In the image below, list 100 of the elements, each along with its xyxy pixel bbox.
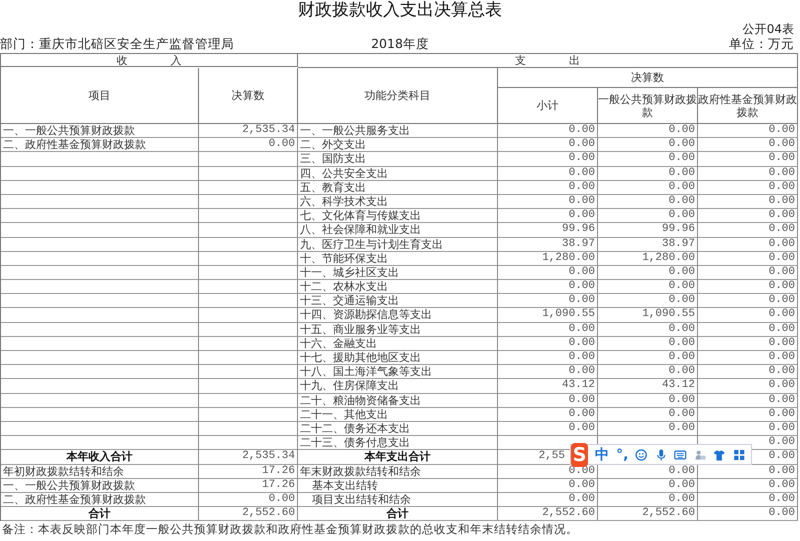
table-cell: 0.00: [598, 408, 698, 422]
table-cell: 0.00: [598, 294, 698, 308]
total-label: 本年支出合计: [298, 450, 498, 464]
table-cell: 0.00: [498, 124, 598, 138]
table-cell: 0.00: [698, 422, 798, 436]
table-cell: 1,280.00: [498, 252, 598, 266]
table-cell: 2,552.60: [498, 507, 598, 522]
table-cell: 0.00: [498, 351, 598, 366]
table-cell: 0.00: [698, 351, 798, 366]
table-cell: 二十、粮油物资储备支出: [298, 394, 498, 408]
table-cell: 一、一般公共预算财政拨款: [1, 478, 199, 493]
table-cell: 0.00: [598, 138, 698, 152]
table-cell: 99.96: [598, 223, 698, 238]
column-header: 功能分类科目: [298, 68, 498, 124]
table-cell: 0.00: [498, 478, 598, 493]
table-cell: 项目支出结转和结余: [298, 492, 498, 508]
table-cell: 三、国防支出: [298, 152, 498, 167]
table-cell: 38.97: [598, 238, 698, 252]
table-cell: 十八、国土海洋气象等支出: [298, 365, 498, 380]
table-cell: 0.00: [598, 336, 698, 351]
table-cell: 0.00: [498, 266, 598, 280]
total-label: 合计: [298, 507, 498, 522]
table-cell: 0.00: [498, 408, 598, 422]
table-cell: 0.00: [598, 209, 698, 224]
table-cell: 0.00: [498, 492, 598, 508]
input-mode-toggle[interactable]: 中: [595, 446, 610, 462]
table-cell: 六、科学技术支出: [298, 194, 498, 210]
table-cell: 0.00: [498, 166, 598, 181]
table-cell: 0.00: [598, 394, 698, 408]
table-cell: 0.00: [698, 223, 798, 238]
table-cell: 十二、农林水支出: [298, 280, 498, 294]
table-cell: 0.00: [498, 322, 598, 337]
table-cell: 0.00: [498, 180, 598, 195]
microphone-icon[interactable]: [654, 446, 668, 462]
table-cell: 0.00: [598, 322, 698, 337]
ime-logo[interactable]: S: [571, 443, 588, 467]
table-cell: 一、一般公共服务支出: [298, 124, 498, 138]
table-cell: 二十一、其他支出: [298, 408, 498, 422]
table-cell: 0.00: [598, 166, 698, 181]
table-cell: 0.00: [598, 478, 698, 493]
unit-label: 单位：万元: [728, 36, 795, 53]
table-cell: 1,090.55: [498, 308, 598, 323]
table-cell: 0.00: [498, 209, 598, 224]
smiley-icon[interactable]: [635, 446, 648, 462]
table-cell: 0.00: [698, 238, 798, 252]
table-cell: 2,552.60: [598, 507, 698, 522]
table-cell: 二十二、债务还本支出: [298, 422, 498, 436]
table-cell: 2,535.34: [199, 124, 298, 138]
table-cell: 0.00: [698, 322, 798, 337]
table-cell: 43.12: [598, 379, 698, 394]
column-header: 一般公共预算财政拨款: [598, 88, 698, 124]
table-cell: 0.00: [199, 138, 298, 152]
total-label: 本年收入合计: [1, 450, 199, 464]
table-cell: 0.00: [698, 138, 798, 152]
table-cell: 二十三、债务付息支出: [298, 436, 498, 450]
table-cell: 八、社会保障和就业支出: [298, 223, 498, 238]
year-label: 2018年度: [370, 36, 430, 53]
table-cell: 十、节能环保支出: [298, 252, 498, 266]
table-cell: 十三、交通运输支出: [298, 294, 498, 308]
punctuation-toggle[interactable]: °,: [616, 446, 628, 462]
table-cell: 38.97: [498, 238, 598, 252]
column-header: 决算数: [199, 68, 298, 124]
table-cell: 0.00: [698, 152, 798, 167]
table-cell: 0.00: [598, 266, 698, 280]
table-cell: 0.00: [498, 138, 598, 152]
table-cell: 0.00: [698, 280, 798, 294]
table-cell: 0.00: [698, 336, 798, 351]
report-title: 财政拨款收入支出决算总表: [298, 0, 502, 21]
table-cell: 0.00: [698, 266, 798, 280]
table-cell: 年末财政拨款结转和结余: [298, 464, 498, 479]
table-cell: 0.00: [498, 336, 598, 351]
table-cell: 17.26: [199, 464, 298, 479]
table-cell: 0.00: [598, 194, 698, 210]
department-label: 部门：重庆市北碚区安全生产监督管理局: [0, 36, 235, 53]
table-cell: 十九、住房保障支出: [298, 379, 498, 394]
column-header: 决算数: [498, 68, 798, 88]
table-cell: 0.00: [199, 492, 298, 508]
table-cell: 基本支出结转: [298, 478, 498, 493]
table-cell: 四、公共安全支出: [298, 166, 498, 181]
table-cell: 0.00: [498, 194, 598, 210]
table-cell: 二、政府性基金预算财政拨款: [1, 138, 199, 152]
table-cell: 十四、资源勘探信息等支出: [298, 308, 498, 323]
table-cell: 0.00: [498, 365, 598, 380]
table-cell: 0.00: [498, 280, 598, 294]
table-cell: 一、一般公共预算财政拨款: [1, 124, 199, 138]
column-header: 政府性基金预算财政拨款: [698, 88, 798, 124]
table-cell: 2,535.34: [199, 450, 298, 464]
table-cell: 十六、金融支出: [298, 336, 498, 351]
table-cell: 99.96: [498, 223, 598, 238]
table-cell: 17.26: [199, 478, 298, 493]
table-cell: 0.00: [598, 365, 698, 380]
table-cell: 0.00: [698, 308, 798, 323]
table-cell: 0.00: [598, 124, 698, 138]
table-cell: 0.00: [698, 379, 798, 394]
column-header: 项目: [1, 68, 199, 124]
table-cell: 十七、援助其他地区支出: [298, 351, 498, 366]
form-number: 公开04表: [742, 22, 794, 36]
table-cell: 七、文化体育与传媒支出: [298, 209, 498, 224]
table-cell: 0.00: [598, 280, 698, 294]
table-cell: 0.00: [598, 492, 698, 508]
